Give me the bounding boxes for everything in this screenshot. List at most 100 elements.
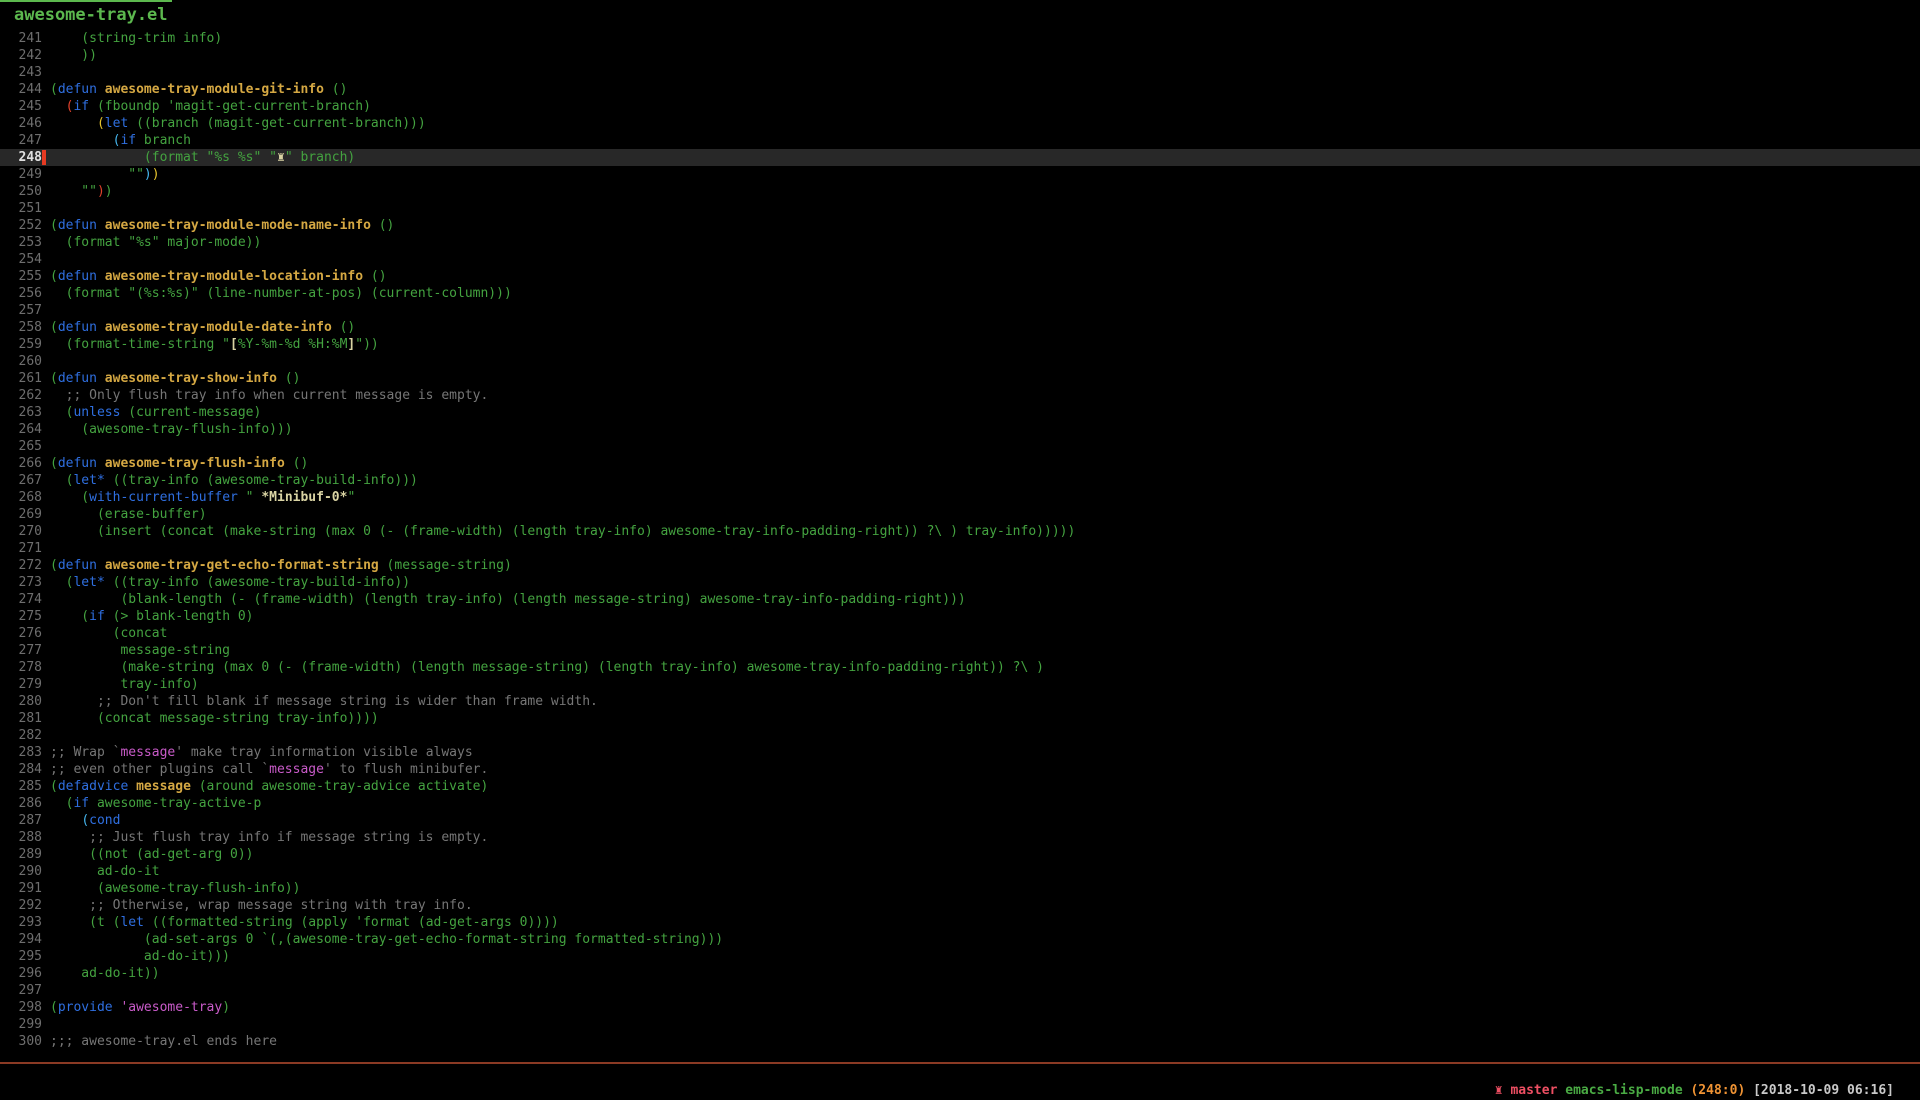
code-token: (: [50, 371, 58, 386]
code-line-268[interactable]: 268 (with-current-buffer " *Minibuf-0*": [0, 489, 1920, 506]
code-line-286[interactable]: 286 (if awesome-tray-active-p: [0, 795, 1920, 812]
code-line-262[interactable]: 262 ;; Only flush tray info when current…: [0, 387, 1920, 404]
code-token: (: [50, 796, 73, 811]
code-line-295[interactable]: 295 ad-do-it))): [0, 948, 1920, 965]
major-mode-label: emacs-lisp-mode: [1565, 1083, 1682, 1098]
code-line-253[interactable]: 253 (format "%s" major-mode)): [0, 234, 1920, 251]
code-token: message-string: [50, 643, 230, 658]
code-line-272[interactable]: 272(defun awesome-tray-get-echo-format-s…: [0, 557, 1920, 574]
code-line-269[interactable]: 269 (erase-buffer): [0, 506, 1920, 523]
code-line-266[interactable]: 266(defun awesome-tray-flush-info (): [0, 455, 1920, 472]
code-line-275[interactable]: 275 (if (> blank-length 0): [0, 608, 1920, 625]
code-line-296[interactable]: 296 ad-do-it)): [0, 965, 1920, 982]
code-line-284[interactable]: 284;; even other plugins call `message' …: [0, 761, 1920, 778]
code-line-257[interactable]: 257: [0, 302, 1920, 319]
code-line-242[interactable]: 242 )): [0, 47, 1920, 64]
code-line-281[interactable]: 281 (concat message-string tray-info)))): [0, 710, 1920, 727]
code-line-292[interactable]: 292 ;; Otherwise, wrap message string wi…: [0, 897, 1920, 914]
code-line-244[interactable]: 244(defun awesome-tray-module-git-info (…: [0, 81, 1920, 98]
code-line-279[interactable]: 279 tray-info): [0, 676, 1920, 693]
code-line-247[interactable]: 247 (if branch: [0, 132, 1920, 149]
code-line-245[interactable]: 245 (if (fboundp 'magit-get-current-bran…: [0, 98, 1920, 115]
code-token: (): [324, 82, 347, 97]
code-token: ' make tray information visible always: [175, 745, 472, 760]
code-line-299[interactable]: 299: [0, 1016, 1920, 1033]
code-line-291[interactable]: 291 (awesome-tray-flush-info)): [0, 880, 1920, 897]
code-token: ((branch (magit-get-current-branch))): [128, 116, 425, 131]
code-line-265[interactable]: 265: [0, 438, 1920, 455]
code-token: defun: [58, 218, 97, 233]
line-number: 297: [0, 982, 42, 999]
code-token: (: [81, 813, 89, 828]
code-editor[interactable]: 241 (string-trim info)242 ))243244(defun…: [0, 30, 1920, 1050]
code-line-258[interactable]: 258(defun awesome-tray-module-date-info …: [0, 319, 1920, 336]
code-line-243[interactable]: 243: [0, 64, 1920, 81]
code-line-263[interactable]: 263 (unless (current-message): [0, 404, 1920, 421]
code-line-271[interactable]: 271: [0, 540, 1920, 557]
code-token: with-current-buffer: [89, 490, 238, 505]
line-number: 254: [0, 251, 42, 268]
line-number: 300: [0, 1033, 42, 1050]
code-line-290[interactable]: 290 ad-do-it: [0, 863, 1920, 880]
code-line-251[interactable]: 251: [0, 200, 1920, 217]
line-number: 268: [0, 489, 42, 506]
code-line-259[interactable]: 259 (format-time-string "[%Y-%m-%d %H:%M…: [0, 336, 1920, 353]
code-token: (: [50, 473, 73, 488]
line-number: 253: [0, 234, 42, 251]
code-line-255[interactable]: 255(defun awesome-tray-module-location-i…: [0, 268, 1920, 285]
code-line-277[interactable]: 277 message-string: [0, 642, 1920, 659]
code-line-278[interactable]: 278 (make-string (max 0 (- (frame-width)…: [0, 659, 1920, 676]
code-line-252[interactable]: 252(defun awesome-tray-module-mode-name-…: [0, 217, 1920, 234]
line-number: 294: [0, 931, 42, 948]
code-token: (: [50, 490, 89, 505]
code-token: if: [73, 796, 89, 811]
code-line-280[interactable]: 280 ;; Don't fill blank if message strin…: [0, 693, 1920, 710]
line-number: 283: [0, 744, 42, 761]
code-line-288[interactable]: 288 ;; Just flush tray info if message s…: [0, 829, 1920, 846]
code-line-289[interactable]: 289 ((not (ad-get-arg 0)): [0, 846, 1920, 863]
code-line-249[interactable]: 249 "")): [0, 166, 1920, 183]
code-line-260[interactable]: 260: [0, 353, 1920, 370]
code-token: 'awesome-tray: [120, 1000, 222, 1015]
code-line-246[interactable]: 246 (let ((branch (magit-get-current-bra…: [0, 115, 1920, 132]
line-number: 264: [0, 421, 42, 438]
line-number: 293: [0, 914, 42, 931]
code-token: (concat message-string tray-info)))): [50, 711, 379, 726]
code-line-285[interactable]: 285(defadvice message (around awesome-tr…: [0, 778, 1920, 795]
line-number: 249: [0, 166, 42, 183]
code-token: let: [105, 116, 128, 131]
code-line-294[interactable]: 294 (ad-set-args 0 `(,(awesome-tray-get-…: [0, 931, 1920, 948]
code-line-283[interactable]: 283;; Wrap `message' make tray informati…: [0, 744, 1920, 761]
code-token: (insert (concat (make-string (max 0 (- (…: [50, 524, 1075, 539]
code-token: awesome-tray-module-date-info: [105, 320, 332, 335]
code-line-274[interactable]: 274 (blank-length (- (frame-width) (leng…: [0, 591, 1920, 608]
code-token: if: [120, 133, 136, 148]
code-line-293[interactable]: 293 (t (let ((formatted-string (apply 'f…: [0, 914, 1920, 931]
code-line-267[interactable]: 267 (let* ((tray-info (awesome-tray-buil…: [0, 472, 1920, 489]
code-line-298[interactable]: 298(provide 'awesome-tray): [0, 999, 1920, 1016]
code-line-264[interactable]: 264 (awesome-tray-flush-info))): [0, 421, 1920, 438]
code-line-276[interactable]: 276 (concat: [0, 625, 1920, 642]
line-number: 289: [0, 846, 42, 863]
code-line-261[interactable]: 261(defun awesome-tray-show-info (): [0, 370, 1920, 387]
line-number: 287: [0, 812, 42, 829]
code-line-248[interactable]: 248 (format "%s %s" "♜" branch): [0, 149, 1920, 166]
code-line-273[interactable]: 273 (let* ((tray-info (awesome-tray-buil…: [0, 574, 1920, 591]
code-line-282[interactable]: 282: [0, 727, 1920, 744]
code-token: (message-string): [379, 558, 512, 573]
code-line-250[interactable]: 250 "")): [0, 183, 1920, 200]
code-line-254[interactable]: 254: [0, 251, 1920, 268]
emacs-window: { "window": { "title": "awesome-tray.el"…: [0, 0, 1920, 1080]
code-line-256[interactable]: 256 (format "(%s:%s)" (line-number-at-po…: [0, 285, 1920, 302]
code-token: [97, 558, 105, 573]
code-token: (: [50, 1000, 58, 1015]
code-line-270[interactable]: 270 (insert (concat (make-string (max 0 …: [0, 523, 1920, 540]
code-line-287[interactable]: 287 (cond: [0, 812, 1920, 829]
code-token: (format "%s %s" ": [50, 150, 277, 165]
code-token: (: [50, 269, 58, 284]
code-line-297[interactable]: 297: [0, 982, 1920, 999]
code-line-241[interactable]: 241 (string-trim info): [0, 30, 1920, 47]
code-token: defun: [58, 320, 97, 335]
line-number: 273: [0, 574, 42, 591]
code-line-300[interactable]: 300;;; awesome-tray.el ends here: [0, 1033, 1920, 1050]
